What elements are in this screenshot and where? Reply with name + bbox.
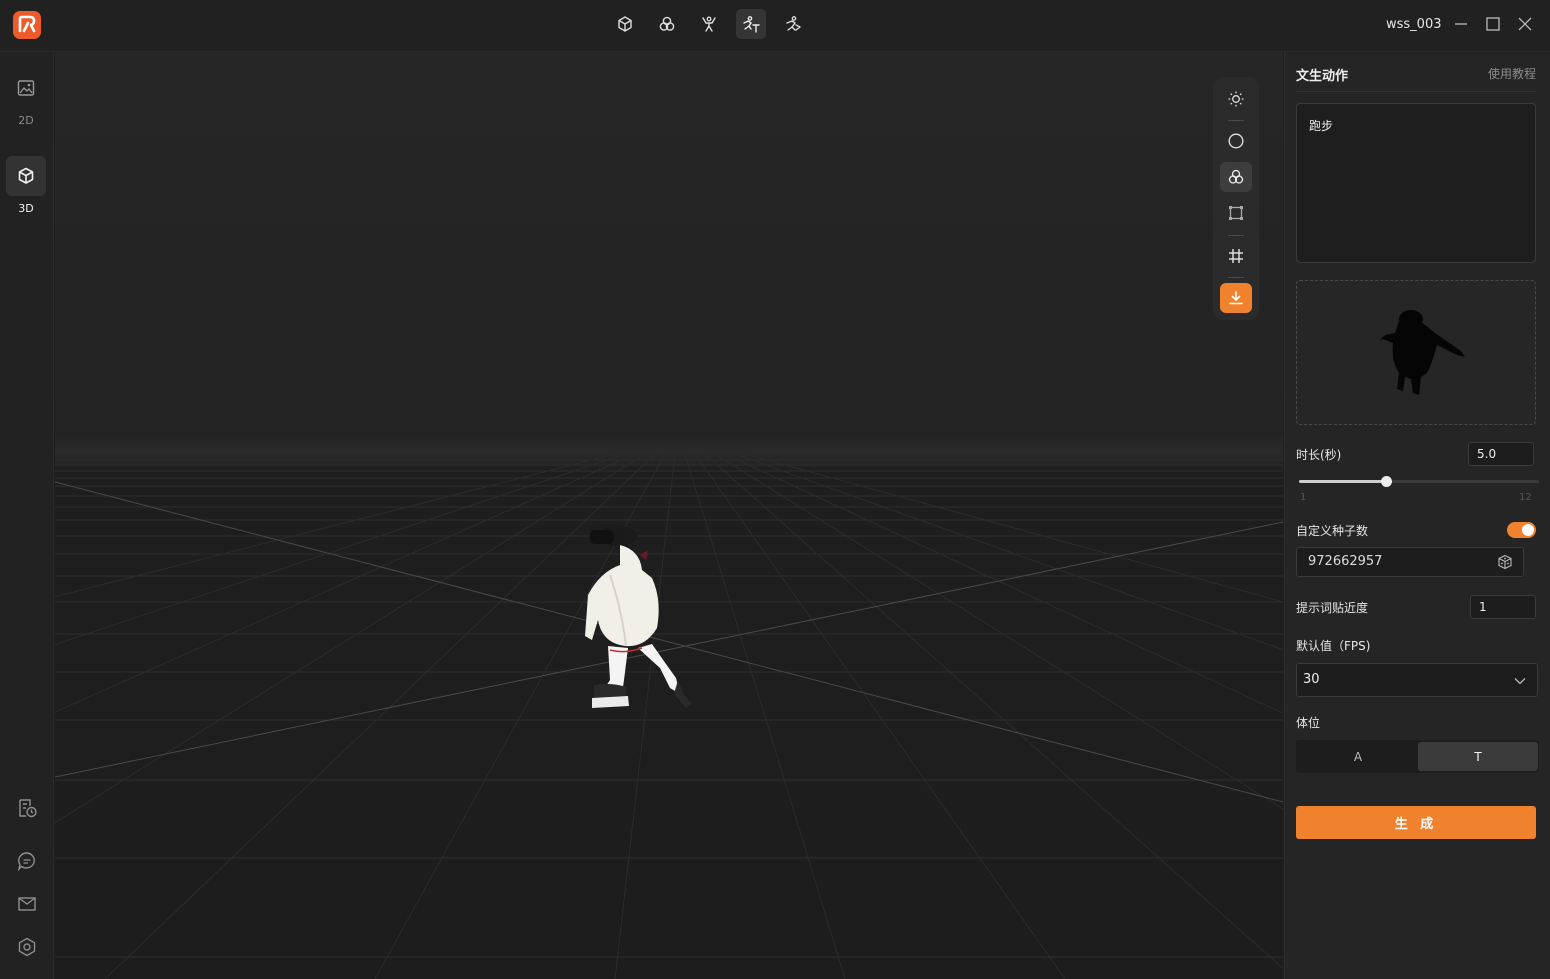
frame-icon bbox=[1229, 206, 1243, 220]
3d-viewport[interactable] bbox=[55, 52, 1283, 979]
duration-max-label: 12 bbox=[1519, 492, 1532, 503]
seed-value: 972662957 bbox=[1308, 554, 1383, 569]
settings-icon bbox=[18, 937, 36, 957]
seed-input[interactable]: 972662957 bbox=[1296, 547, 1524, 577]
circle-icon bbox=[1228, 133, 1244, 149]
pose-option-t[interactable]: T bbox=[1418, 742, 1538, 771]
cube-icon bbox=[618, 16, 632, 32]
cube-icon bbox=[18, 167, 34, 184]
generate-button[interactable]: 生 成 bbox=[1296, 806, 1536, 839]
mode-model-button[interactable] bbox=[610, 9, 640, 39]
ground-grid bbox=[55, 453, 1283, 979]
sidebar-item-3d-label: 3D bbox=[18, 202, 34, 215]
mode-rig-button[interactable] bbox=[694, 9, 724, 39]
mail-icon bbox=[18, 897, 36, 911]
sidebar-item-2d-icon-wrap bbox=[6, 68, 46, 108]
mode-text-to-motion-button[interactable] bbox=[736, 9, 766, 39]
solid-view-button[interactable] bbox=[1220, 126, 1252, 156]
motion-figure-icon bbox=[786, 16, 801, 31]
toolbar-divider bbox=[1228, 235, 1244, 236]
rig-figure-icon bbox=[702, 16, 716, 32]
three-circles-icon bbox=[659, 16, 675, 31]
duration-input[interactable]: 5.0 bbox=[1468, 442, 1534, 466]
minimize-icon bbox=[1455, 23, 1467, 25]
grid-toggle-button[interactable] bbox=[1220, 241, 1252, 271]
pose-segmented-control: A T bbox=[1296, 740, 1539, 773]
duration-slider[interactable] bbox=[1299, 476, 1539, 487]
light-icon bbox=[1228, 91, 1244, 107]
character-silhouette bbox=[1379, 310, 1465, 395]
maximize-icon bbox=[1486, 17, 1500, 31]
sidebar-item-3d-icon-wrap bbox=[6, 156, 46, 196]
download-button[interactable] bbox=[1220, 283, 1252, 313]
panel-title: 文生动作 bbox=[1296, 69, 1349, 84]
panel-divider bbox=[1296, 91, 1536, 92]
app-window: wss_003 2D 3D 文生动作 使用教程 跑步 时长(秒) 5.0 1 1… bbox=[0, 0, 1550, 979]
fps-label: 默认值（FPS) bbox=[1296, 639, 1371, 653]
maximize-button[interactable] bbox=[1483, 14, 1503, 34]
username-label: wss_003 bbox=[1386, 17, 1442, 32]
history-button[interactable] bbox=[16, 797, 38, 819]
chat-button[interactable] bbox=[16, 850, 38, 872]
history-icon bbox=[19, 799, 37, 818]
settings-button[interactable] bbox=[16, 936, 38, 958]
chat-icon bbox=[17, 852, 35, 872]
motion-prompt-textarea[interactable]: 跑步 bbox=[1296, 103, 1536, 263]
fps-selected-value: 30 bbox=[1303, 672, 1320, 687]
chevron-down-icon bbox=[1514, 678, 1526, 685]
dice-icon[interactable] bbox=[1497, 554, 1513, 570]
mode-toolbar bbox=[610, 9, 808, 39]
material-icon bbox=[1228, 169, 1244, 184]
pose-label: 体位 bbox=[1296, 716, 1321, 730]
close-button[interactable] bbox=[1515, 14, 1535, 34]
tutorial-link[interactable]: 使用教程 bbox=[1488, 65, 1536, 82]
frame-view-button[interactable] bbox=[1220, 198, 1252, 228]
pose-option-a[interactable]: A bbox=[1298, 742, 1418, 771]
duration-slider-thumb[interactable] bbox=[1381, 476, 1392, 487]
grid-icon bbox=[1229, 249, 1243, 263]
sidebar-item-3d[interactable]: 3D bbox=[6, 156, 46, 215]
seed-label: 自定义种子数 bbox=[1296, 524, 1369, 538]
motion-panel: 文生动作 使用教程 跑步 时长(秒) 5.0 1 12 自定义种子数 97266… bbox=[1284, 52, 1550, 979]
duration-min-label: 1 bbox=[1300, 492, 1307, 503]
duration-slider-fill bbox=[1299, 480, 1386, 483]
toolbar-divider bbox=[1228, 120, 1244, 121]
text-to-motion-icon bbox=[743, 16, 760, 33]
close-icon bbox=[1518, 17, 1532, 31]
viewport-toolbar bbox=[1213, 77, 1259, 320]
app-logo bbox=[13, 11, 41, 39]
fps-select[interactable]: 30 bbox=[1296, 663, 1538, 697]
sidebar-item-2d[interactable]: 2D bbox=[6, 68, 46, 127]
download-icon bbox=[1229, 291, 1243, 305]
prompt-strength-label: 提示词贴近度 bbox=[1296, 601, 1369, 615]
title-bar: wss_003 bbox=[0, 0, 1550, 52]
toolbar-divider bbox=[1228, 277, 1244, 278]
lighting-button[interactable] bbox=[1220, 84, 1252, 114]
material-view-button[interactable] bbox=[1220, 162, 1252, 192]
mode-texture-button[interactable] bbox=[652, 9, 682, 39]
sidebar-item-2d-label: 2D bbox=[18, 114, 34, 127]
prompt-strength-input[interactable]: 1 bbox=[1470, 595, 1536, 619]
duration-label: 时长(秒) bbox=[1296, 448, 1342, 462]
character-model bbox=[585, 526, 692, 708]
seed-toggle[interactable] bbox=[1507, 522, 1536, 538]
mode-motion-button[interactable] bbox=[778, 9, 808, 39]
motion-preview-area bbox=[1296, 280, 1536, 425]
image-icon bbox=[17, 80, 35, 96]
mail-button[interactable] bbox=[16, 893, 38, 915]
left-sidebar: 2D 3D bbox=[0, 52, 54, 979]
minimize-button[interactable] bbox=[1451, 14, 1471, 34]
